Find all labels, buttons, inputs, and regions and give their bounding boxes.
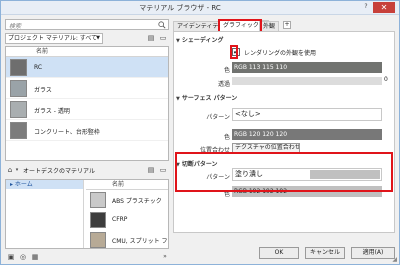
resize-grip-icon[interactable]: ◢ xyxy=(392,256,397,263)
material-thumbnail xyxy=(10,59,27,76)
project-materials-dropdown[interactable]: プロジェクト マテリアル: すべて ▼ xyxy=(5,33,103,44)
project-material-list: 名前 RC ガラスガラス - 透明コンクリート、台形竪枠 xyxy=(5,46,169,161)
project-materials-label: プロジェクト マテリアル: すべて xyxy=(8,35,98,42)
use-render-appearance-label: レンダリングの外観を使用 xyxy=(244,50,317,57)
list-view-icon[interactable]: ▤ xyxy=(147,166,155,174)
material-row[interactable]: RC xyxy=(6,57,168,78)
tab-bar: アイデンティティ グラフィックス 外観 + xyxy=(173,19,395,31)
asset-browser-icon[interactable]: ▦ xyxy=(31,253,39,261)
library-row[interactable]: CFRP xyxy=(86,210,168,230)
library-row[interactable]: ABS プラスチック xyxy=(86,190,168,210)
library-area: ▸ ホーム 名前 ABS プラスチック CFRP CMU, スプリット フェース xyxy=(5,179,169,249)
left-pane: 検索 プロジェクト マテリアル: すべて ▼ ▤ ▭ 名前 RC ガラスガラス -… xyxy=(5,19,169,261)
material-browser-window: マテリアル ブラウザ - RC ? ✕ 検索 プロジェクト マテリアル: すべて… xyxy=(0,0,400,265)
material-row[interactable]: ガラス - 透明 xyxy=(6,99,168,120)
list-header-name: 名前 xyxy=(6,47,168,57)
surface-pattern-section-header[interactable]: ▼ サーフェス パターン xyxy=(176,93,237,102)
material-row[interactable]: コンクリート、台形竪枠 xyxy=(6,120,168,141)
list-view-icon[interactable]: ▤ xyxy=(147,34,155,42)
transparency-value: 0 xyxy=(384,76,388,83)
material-name: ガラス - 透明 xyxy=(34,108,70,115)
library-material-name: CFRP xyxy=(112,216,128,223)
add-tab-icon[interactable]: + xyxy=(283,21,291,29)
material-thumbnail xyxy=(10,101,27,118)
library-material-name: ABS プラスチック xyxy=(112,198,162,205)
tree-item-home[interactable]: ▸ ホーム xyxy=(6,180,83,189)
chevron-down-icon: ▼ xyxy=(96,35,100,41)
help-icon[interactable]: ? xyxy=(361,3,371,12)
panel-toggle-icon[interactable]: ▭ xyxy=(159,166,167,174)
material-name: RC xyxy=(34,64,43,71)
surface-pattern-label: パターン xyxy=(206,114,230,121)
material-thumbnail xyxy=(10,80,27,97)
lib-list-header-name: 名前 xyxy=(86,180,168,190)
shading-color-label: 色 xyxy=(223,67,230,74)
graphics-panel: ▼ シェーディング ✔ レンダリングの外観を使用 色 RGB 113 115 11… xyxy=(173,31,395,233)
ok-button[interactable]: OK xyxy=(259,247,299,259)
library-tree: ▸ ホーム xyxy=(6,180,84,248)
title-bar: マテリアル ブラウザ - RC ? ✕ xyxy=(1,1,399,15)
library-row[interactable]: CMU, スプリット フェース xyxy=(86,230,168,248)
library-icon[interactable]: ◎ xyxy=(19,253,27,261)
library-thumbnail xyxy=(90,192,106,208)
close-button[interactable]: ✕ xyxy=(373,2,395,13)
chevron-down-icon[interactable]: ▾ xyxy=(13,166,21,174)
panel-toggle-icon[interactable]: ▭ xyxy=(159,34,167,42)
highlight-cut-pattern xyxy=(175,152,393,192)
material-row[interactable]: ガラス xyxy=(6,78,168,99)
cancel-button[interactable]: キャンセル xyxy=(305,247,345,259)
library-bar: ⌂ ▾ オートデスクのマテリアル ▤ ▭ xyxy=(5,165,169,176)
new-material-icon[interactable]: ▣ xyxy=(7,253,15,261)
search-icon xyxy=(158,21,166,29)
library-thumbnail xyxy=(90,212,106,228)
shading-color-swatch[interactable]: RGB 113 115 110 xyxy=(232,62,382,73)
project-materials-bar: プロジェクト マテリアル: すべて ▼ ▤ ▭ xyxy=(5,33,169,44)
bottom-toolbar: ▣ ◎ ▦ » xyxy=(5,252,169,262)
surface-color-label: 色 xyxy=(223,134,230,141)
right-pane: アイデンティティ グラフィックス 外観 + ▼ シェーディング ✔ レンダリングの… xyxy=(173,19,395,233)
highlight-checkbox xyxy=(230,45,238,59)
search-input[interactable]: 検索 xyxy=(5,19,169,30)
library-thumbnail xyxy=(90,232,106,248)
surface-pattern-field[interactable]: <なし> xyxy=(232,108,382,121)
shading-section-header[interactable]: ▼ シェーディング xyxy=(176,35,223,44)
transparency-label: 透過 xyxy=(217,81,230,88)
library-dropdown[interactable]: オートデスクのマテリアル xyxy=(23,166,95,175)
transparency-slider[interactable] xyxy=(232,77,382,85)
library-material-name: CMU, スプリット フェース xyxy=(112,238,168,245)
material-thumbnail xyxy=(10,122,27,139)
search-placeholder: 検索 xyxy=(9,23,22,30)
surface-color-swatch[interactable]: RGB 120 120 120 xyxy=(232,129,382,140)
library-material-list: 名前 ABS プラスチック CFRP CMU, スプリット フェース xyxy=(86,180,168,248)
apply-button[interactable]: 適用(A) xyxy=(351,247,395,259)
panel-collapse-icon[interactable]: » xyxy=(161,253,169,261)
material-name: ガラス xyxy=(34,87,52,94)
window-title: マテリアル ブラウザ - RC xyxy=(139,4,221,12)
material-name: コンクリート、台形竪枠 xyxy=(34,129,100,136)
collapse-triangle-icon: ▼ xyxy=(176,38,180,44)
tab-appearance[interactable]: 外観 xyxy=(259,21,280,31)
